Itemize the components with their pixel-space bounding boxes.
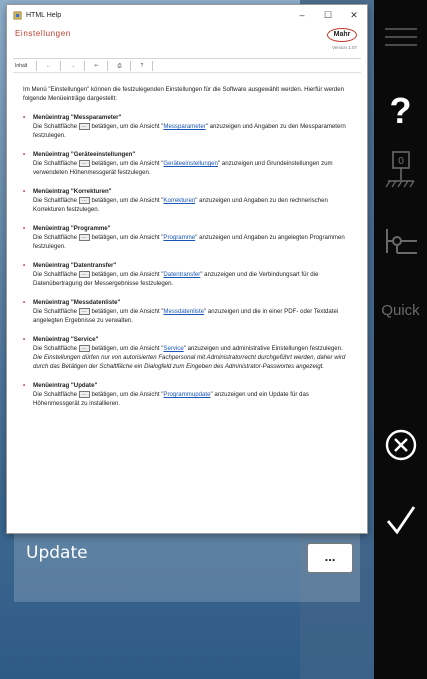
link-messparameter[interactable]: Messparameter: [163, 123, 205, 130]
help-icon[interactable]: ?: [374, 90, 427, 132]
bullet-icon: •: [23, 336, 26, 343]
zero-reference-icon[interactable]: 0: [374, 150, 427, 197]
list-item: • Menüeintrag "Datentransfer" Die Schalt…: [23, 261, 355, 288]
list-item: • Menüeintrag "Programme" Die Schaltfläc…: [23, 224, 355, 251]
bullet-icon: •: [23, 225, 26, 232]
entry-text: Die Schaltfläche … betätigen, um die Ans…: [33, 270, 319, 287]
help-header: Einstellungen Mahr Version 1.07: [13, 25, 361, 59]
link-programmupdate[interactable]: Programmupdate: [163, 391, 210, 398]
entry-text: Die Schaltfläche … betätigen, um die Ans…: [33, 233, 345, 250]
right-panel: ? 0 Quick: [374, 0, 427, 679]
quick-button[interactable]: Quick: [374, 302, 427, 319]
bullet-icon: •: [23, 188, 26, 195]
toolbar-contents[interactable]: Inhalt: [13, 60, 38, 71]
toolbar-help[interactable]: ?: [131, 60, 154, 71]
admin-note: Die Einstellungen dürfen nur von autoris…: [33, 354, 346, 370]
close-button[interactable]: ✕: [341, 10, 367, 21]
confirm-check-icon[interactable]: [374, 503, 427, 542]
link-service[interactable]: Service: [163, 345, 183, 352]
inline-button-icon: …: [78, 196, 90, 204]
bullet-icon: •: [23, 114, 26, 121]
toolbar-print[interactable]: ⎙: [108, 60, 132, 71]
entry-heading: Menüeintrag "Datentransfer": [33, 262, 117, 269]
entry-heading: Menüeintrag "Messdatenliste": [33, 299, 121, 306]
help-content: Im Menü "Einstellungen" können die festz…: [23, 85, 355, 418]
list-item: • Menüeintrag "Messdatenliste" Die Schal…: [23, 298, 355, 325]
list-item: • Menüeintrag "Korrekturen" Die Schaltfl…: [23, 187, 355, 214]
entry-heading: Menüeintrag "Update": [33, 382, 98, 389]
entry-text: Die Schaltfläche … betätigen, um die Ans…: [33, 196, 328, 213]
link-datentransfer[interactable]: Datentransfer: [163, 271, 200, 278]
page-title: Einstellungen: [15, 29, 71, 38]
inline-button-icon: …: [78, 307, 90, 315]
link-korrekturen[interactable]: Korrekturen: [163, 197, 195, 204]
version-label: Version 1.07: [331, 45, 357, 50]
window-title: HTML Help: [26, 11, 62, 19]
entry-text: Die Schaltfläche … betätigen, um die Ans…: [33, 122, 346, 139]
help-window: HTML Help – ☐ ✕ Einstellungen Mahr Versi…: [6, 4, 368, 534]
entry-heading: Menüeintrag "Programme": [33, 225, 111, 232]
inline-button-icon: …: [78, 122, 90, 130]
menu-icon[interactable]: [374, 22, 427, 52]
cancel-icon[interactable]: [374, 428, 427, 467]
entry-heading: Menüeintrag "Service": [33, 336, 99, 343]
list-item: • Menüeintrag "Geräteeinstellungen" Die …: [23, 150, 355, 177]
help-app-icon: [13, 11, 22, 19]
entry-text: Die Schaltfläche … betätigen, um die Ans…: [33, 390, 309, 407]
toolbar-forward[interactable]: →: [61, 60, 86, 71]
inline-button-icon: …: [78, 233, 90, 241]
bullet-icon: •: [23, 151, 26, 158]
bullet-icon: •: [23, 382, 26, 389]
inline-button-icon: …: [78, 270, 90, 278]
entry-text: Die Schaltfläche … betätigen, um die Ans…: [33, 159, 333, 176]
maximize-button[interactable]: ☐: [315, 10, 341, 21]
entry-heading: Menüeintrag "Messparameter": [33, 114, 122, 121]
intro-text: Im Menü "Einstellungen" können die festz…: [23, 86, 345, 102]
entry-text: Die Schaltfläche … betätigen, um die Ans…: [33, 344, 343, 352]
entry-text: Die Schaltfläche … betätigen, um die Ans…: [33, 307, 339, 324]
list-item: • Menüeintrag "Update" Die Schaltfläche …: [23, 381, 355, 408]
svg-text:0: 0: [397, 156, 403, 167]
link-geraeteeinstellungen[interactable]: Geräteeinstellungen: [163, 160, 218, 167]
probe-icon[interactable]: [374, 225, 427, 262]
toolbar-back[interactable]: ←: [37, 60, 62, 71]
inline-button-icon: …: [78, 344, 90, 352]
mahr-logo: Mahr: [327, 28, 357, 42]
inline-button-icon: …: [78, 390, 90, 398]
update-tile-label: Update: [26, 543, 88, 563]
bullet-icon: •: [23, 299, 26, 306]
entry-heading: Menüeintrag "Geräteeinstellungen": [33, 151, 136, 158]
list-item: • Menüeintrag "Messparameter" Die Schalt…: [23, 113, 355, 140]
inline-button-icon: …: [78, 159, 90, 167]
more-button[interactable]: ...: [307, 543, 353, 573]
link-messdatenliste[interactable]: Messdatenliste: [163, 308, 204, 315]
window-titlebar[interactable]: HTML Help – ☐ ✕: [7, 5, 367, 25]
link-programme[interactable]: Programme: [163, 234, 195, 241]
minimize-button[interactable]: –: [289, 10, 315, 20]
list-item: • Menüeintrag "Service" Die Schaltfläche…: [23, 335, 355, 371]
entry-heading: Menüeintrag "Korrekturen": [33, 188, 112, 195]
bullet-icon: •: [23, 262, 26, 269]
help-toolbar: Inhalt ← → ⇐ ⎙ ?: [13, 59, 361, 73]
toolbar-home[interactable]: ⇐: [85, 60, 109, 71]
